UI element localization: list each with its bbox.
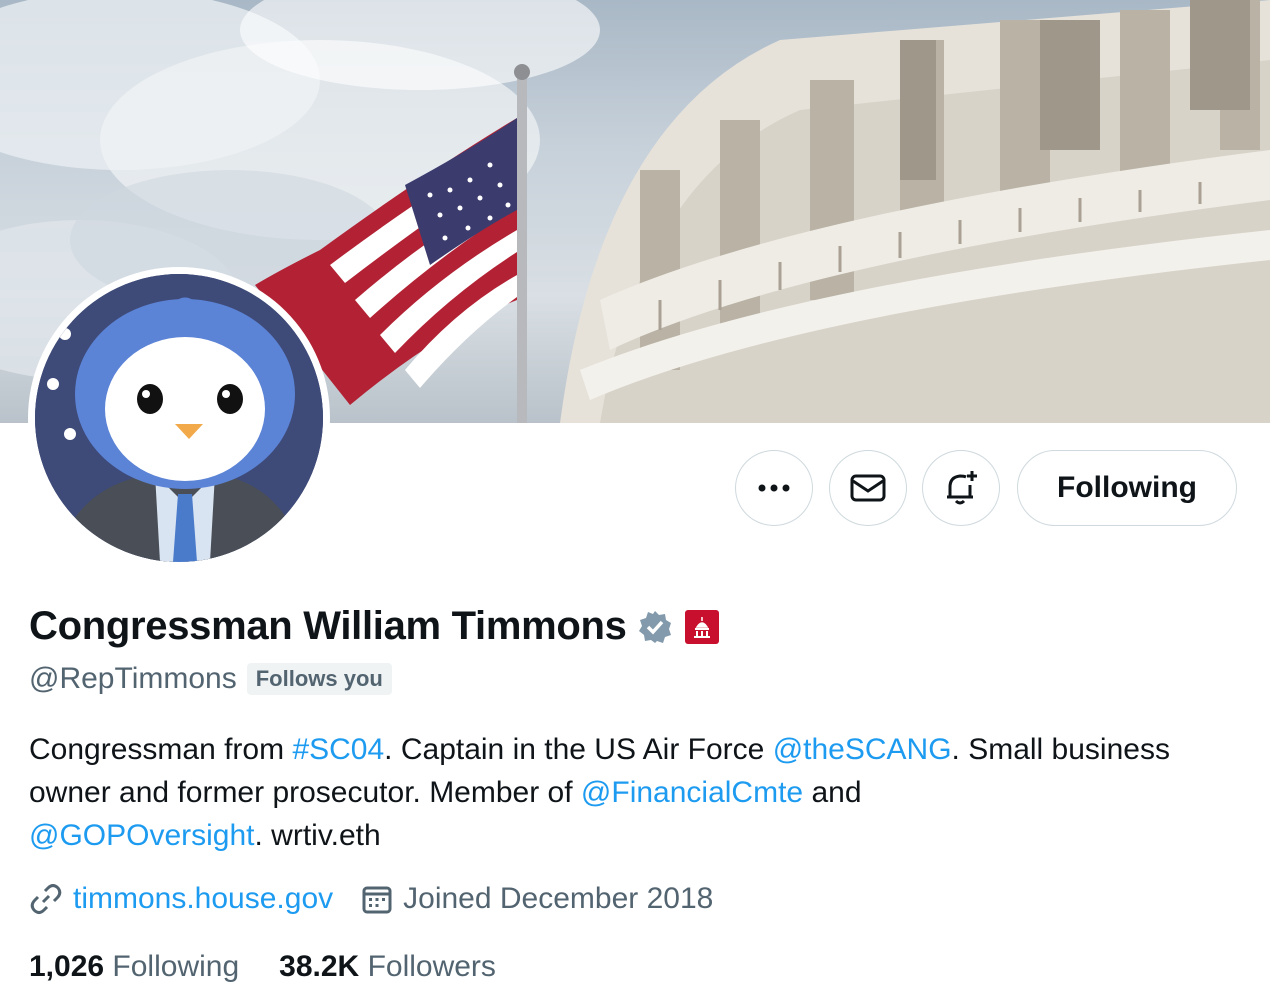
mention-link[interactable]: @theSCANG bbox=[773, 733, 952, 766]
more-button[interactable] bbox=[735, 450, 813, 526]
hashtag-link[interactable]: #SC04 bbox=[292, 733, 384, 766]
joined-date: Joined December 2018 bbox=[403, 882, 714, 915]
page-edge bbox=[1270, 0, 1280, 1004]
envelope-icon bbox=[850, 474, 886, 502]
joined-item: Joined December 2018 bbox=[361, 882, 713, 916]
verified-badge-icon[interactable] bbox=[637, 609, 673, 645]
profile-bio: Congressman from #SC04. Captain in the U… bbox=[29, 728, 1229, 857]
link-icon bbox=[30, 884, 62, 914]
followers-label: Followers bbox=[367, 950, 496, 983]
avatar[interactable] bbox=[28, 267, 330, 569]
profile-name-row: Congressman William Timmons bbox=[29, 604, 719, 649]
following-stat[interactable]: 1,026 Following bbox=[29, 950, 239, 984]
bio-text: . wrtiv.eth bbox=[254, 819, 381, 852]
following-label: Following bbox=[112, 950, 240, 983]
penguin-avatar-image bbox=[35, 274, 323, 562]
profile-meta: timmons.house.gov Joined December 2018 bbox=[29, 882, 741, 916]
follow-stats: 1,026 Following 38.2K Followers bbox=[29, 950, 536, 984]
handle-row: @RepTimmons Follows you bbox=[29, 662, 392, 696]
following-button[interactable]: Following bbox=[1017, 450, 1237, 526]
notify-button[interactable] bbox=[922, 450, 1000, 526]
follows-you-badge: Follows you bbox=[246, 663, 392, 695]
bio-text: Congressman from bbox=[29, 733, 293, 766]
message-button[interactable] bbox=[829, 450, 907, 526]
ellipsis-icon bbox=[758, 484, 790, 492]
website-link[interactable]: timmons.house.gov bbox=[73, 882, 333, 916]
government-badge-icon[interactable] bbox=[684, 609, 719, 644]
bell-plus-icon bbox=[947, 471, 977, 505]
user-handle: @RepTimmons bbox=[29, 662, 237, 695]
bio-text: and bbox=[803, 776, 862, 809]
bio-text: . Captain in the US Air Force bbox=[384, 733, 773, 766]
calendar-icon bbox=[362, 886, 392, 914]
following-count: 1,026 bbox=[29, 950, 105, 983]
followers-count: 38.2K bbox=[279, 950, 360, 983]
mention-link[interactable]: @FinancialCmte bbox=[581, 776, 803, 809]
followers-stat[interactable]: 38.2K Followers bbox=[279, 950, 496, 984]
website-item: timmons.house.gov bbox=[29, 882, 333, 916]
display-name: Congressman William Timmons bbox=[29, 604, 627, 648]
mention-link[interactable]: @GOPOversight bbox=[29, 819, 255, 852]
